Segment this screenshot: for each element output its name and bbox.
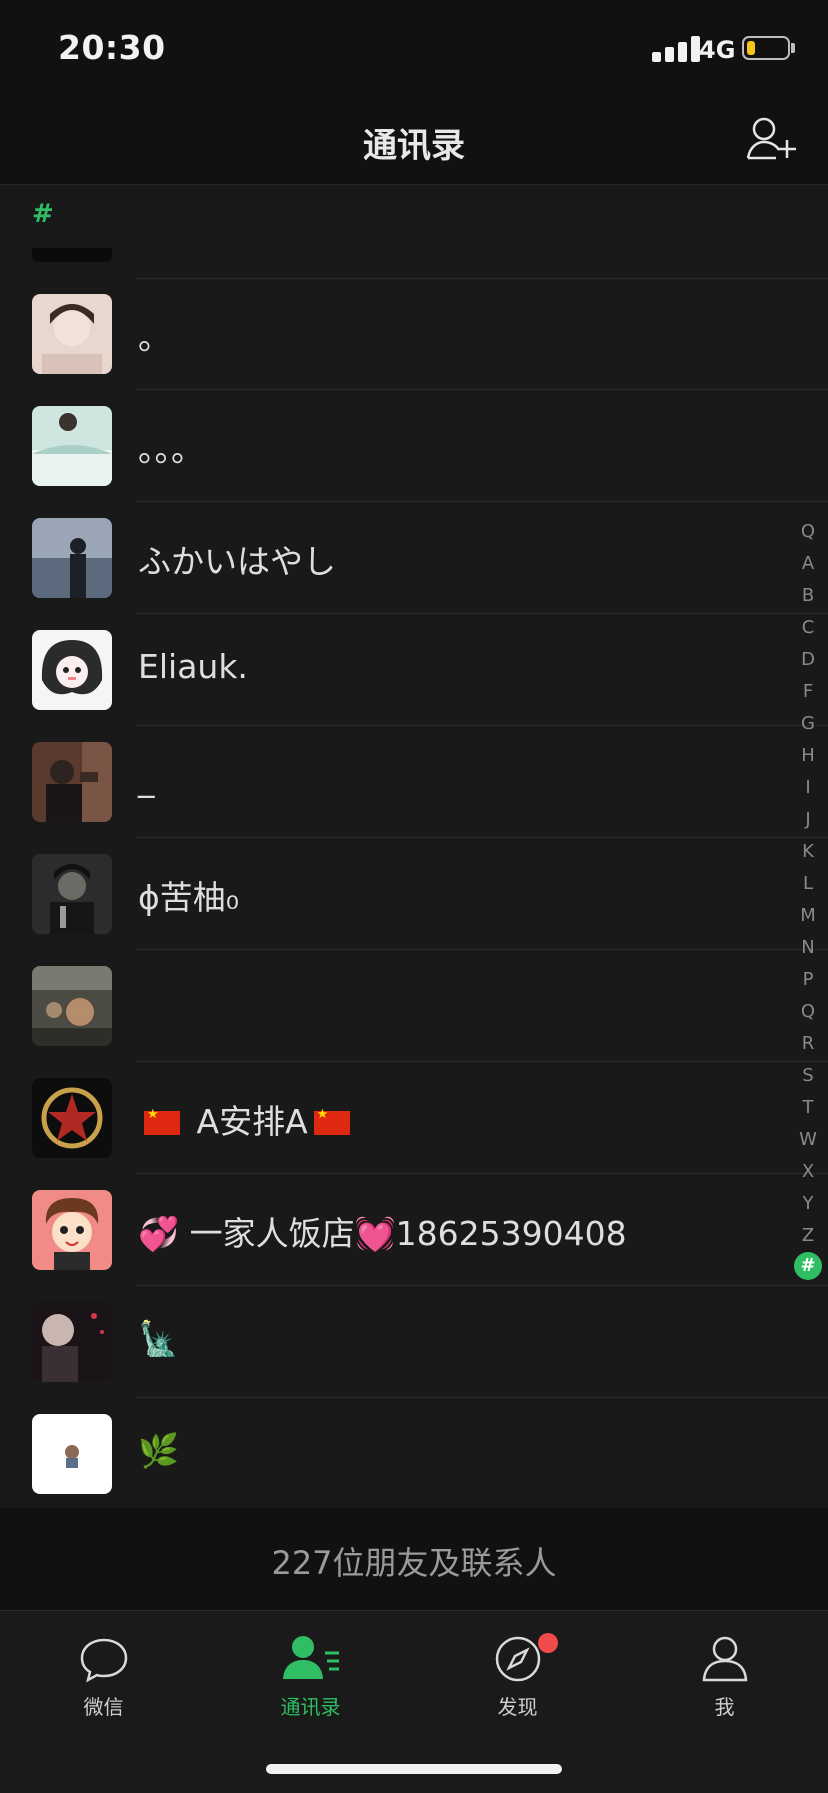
tab-me[interactable]: 我	[621, 1633, 828, 1729]
contact-row[interactable]: _	[0, 726, 828, 838]
avatar[interactable]	[32, 966, 112, 1046]
section-header: #	[0, 184, 828, 249]
contact-count-text: 227位朋友及联系人	[271, 1544, 557, 1582]
contact-count: 227位朋友及联系人	[0, 1508, 828, 1610]
contact-name: A安排A	[138, 1095, 356, 1143]
index-letter[interactable]: C	[796, 612, 820, 644]
nav-bar: 通讯录	[0, 96, 828, 184]
index-letter[interactable]: P	[796, 964, 820, 996]
contact-name: 。。。	[138, 430, 204, 469]
person-icon	[621, 1633, 828, 1685]
home-indicator	[266, 1764, 562, 1774]
add-contact-icon[interactable]	[746, 116, 796, 162]
avatar[interactable]	[32, 854, 112, 934]
index-letter[interactable]: N	[796, 932, 820, 964]
tab-label: 通讯录	[280, 1695, 341, 1719]
index-letter[interactable]: X	[796, 1156, 820, 1188]
contact-name-main: A安排A	[196, 1102, 308, 1141]
index-letter[interactable]: I	[796, 772, 820, 804]
contact-name: 🌿	[138, 1431, 180, 1470]
contact-list[interactable]: 。 。。。 ふかいはやし Eliauk. _ ɸ苦柚₀ ★ A安排A★ 💞 一家…	[0, 248, 828, 1508]
avatar[interactable]	[32, 294, 112, 374]
tab-label: 微信	[83, 1695, 124, 1719]
index-letter[interactable]: Y	[796, 1188, 820, 1220]
index-letter[interactable]: J	[796, 804, 820, 836]
index-letter[interactable]: L	[796, 868, 820, 900]
avatar[interactable]	[32, 1302, 112, 1382]
contact-name: ɸ苦柚₀	[138, 878, 239, 917]
china-flag-icon	[313, 1107, 350, 1135]
index-letter[interactable]: G	[796, 708, 820, 740]
china-flag-icon	[144, 1107, 180, 1135]
chat-bubble-icon	[0, 1633, 207, 1685]
contact-row[interactable]: ɸ苦柚₀	[0, 838, 828, 950]
index-letter[interactable]: F	[796, 676, 820, 708]
contact-row[interactable]: A安排A	[0, 1062, 828, 1174]
avatar[interactable]	[32, 406, 112, 486]
contact-name: 。	[138, 318, 171, 357]
index-letter[interactable]: Q	[796, 996, 820, 1028]
index-letter-active[interactable]: #	[794, 1252, 822, 1280]
contact-name: _	[138, 759, 155, 798]
alphabet-index[interactable]: Q A B C D F G H I J K L M N P Q R S T W X Y Z #	[794, 516, 822, 1280]
avatar[interactable]	[32, 630, 112, 710]
page-title: 通讯录	[363, 126, 465, 166]
battery-icon	[742, 36, 790, 60]
index-letter[interactable]: D	[796, 644, 820, 676]
avatar[interactable]	[32, 1190, 112, 1270]
avatar[interactable]	[32, 1414, 112, 1494]
network-type: 4G	[699, 36, 736, 64]
index-letter[interactable]: K	[796, 836, 820, 868]
index-letter[interactable]: M	[796, 900, 820, 932]
contact-name: 🗽	[138, 1319, 180, 1358]
tab-contacts[interactable]: 通讯录	[207, 1633, 414, 1729]
index-letter[interactable]: A	[796, 548, 820, 580]
index-letter[interactable]: W	[796, 1124, 820, 1156]
contact-name: Eliauk.	[138, 647, 248, 686]
tab-label: 发现	[497, 1695, 538, 1719]
avatar[interactable]	[32, 1078, 112, 1158]
index-search-icon[interactable]: Q	[796, 516, 820, 548]
battery-level	[747, 41, 755, 55]
contact-name: ふかいはやし	[138, 542, 336, 581]
contact-row[interactable]: 。	[0, 278, 828, 390]
contact-name: 💞 一家人饭店💓18625390408	[138, 1214, 627, 1253]
tab-label: 我	[714, 1695, 735, 1719]
index-letter[interactable]: H	[796, 740, 820, 772]
contact-row[interactable]: 🌿	[0, 1398, 828, 1508]
index-letter[interactable]: B	[796, 580, 820, 612]
index-letter[interactable]: T	[796, 1092, 820, 1124]
status-bar: 20:30 4G	[0, 0, 828, 96]
avatar[interactable]	[32, 742, 112, 822]
index-letter[interactable]: Z	[796, 1220, 820, 1252]
index-letter[interactable]: R	[796, 1028, 820, 1060]
status-time: 20:30	[58, 28, 166, 67]
battery-tip	[791, 43, 795, 53]
contact-row[interactable]: 🗽	[0, 1286, 828, 1398]
index-letter[interactable]: S	[796, 1060, 820, 1092]
tab-chats[interactable]: 微信	[0, 1633, 207, 1729]
tab-discover[interactable]: 发现	[414, 1633, 621, 1729]
contacts-icon	[207, 1633, 414, 1685]
avatar[interactable]	[32, 248, 112, 262]
compass-icon	[414, 1633, 621, 1685]
avatar[interactable]	[32, 518, 112, 598]
section-letter: #	[32, 199, 54, 229]
notification-dot	[538, 1633, 558, 1653]
contact-row[interactable]: Eliauk.	[0, 614, 828, 726]
contact-row[interactable]: ふかいはやし	[0, 502, 828, 614]
signal-icon	[652, 36, 704, 62]
contact-row[interactable]: 。。。	[0, 390, 828, 502]
contact-row[interactable]: 💞 一家人饭店💓18625390408	[0, 1174, 828, 1286]
contact-row[interactable]	[0, 950, 828, 1062]
